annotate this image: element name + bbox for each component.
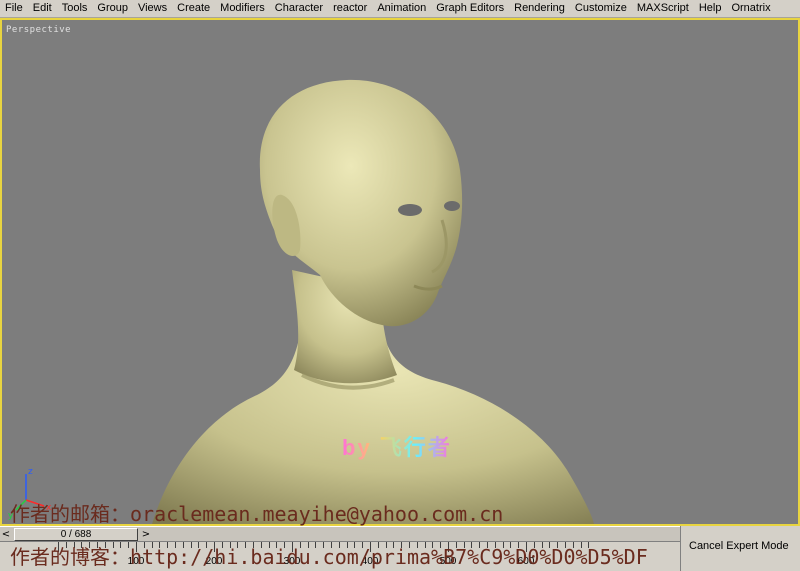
time-slider-thumb[interactable]: 0 / 688 — [14, 528, 138, 541]
menu-item-modifiers[interactable]: Modifiers — [215, 0, 270, 17]
menu-item-help[interactable]: Help — [694, 0, 727, 17]
menu-item-group[interactable]: Group — [92, 0, 133, 17]
menu-item-views[interactable]: Views — [133, 0, 172, 17]
time-slider-next-button[interactable]: > — [140, 528, 152, 541]
right-eye-shape — [444, 201, 460, 211]
menu-item-file[interactable]: File — [0, 0, 28, 17]
menu-item-edit[interactable]: Edit — [28, 0, 57, 17]
time-slider-track[interactable]: < 0 / 688 > — [0, 526, 680, 542]
menu-item-animation[interactable]: Animation — [372, 0, 431, 17]
menu-item-graph-editors[interactable]: Graph Editors — [431, 0, 509, 17]
menu-item-customize[interactable]: Customize — [570, 0, 632, 17]
menu-item-tools[interactable]: Tools — [57, 0, 93, 17]
menu-item-reactor[interactable]: reactor — [328, 0, 372, 17]
cancel-expert-mode-button[interactable]: Cancel Expert Mode — [689, 540, 789, 552]
menu-item-character[interactable]: Character — [270, 0, 328, 17]
watermark-blog: 作者的博客：http://hi.baidu.com/prima%B7%C9%D0… — [10, 545, 648, 569]
menu-bar: File Edit Tools Group Views Create Modifiers Ch… — [0, 0, 800, 18]
perspective-viewport[interactable]: Perspective z x y by 飞行者 — [0, 18, 800, 526]
time-slider-prev-button[interactable]: < — [0, 528, 12, 541]
watermark-author: by 飞行者 — [342, 430, 452, 462]
left-eye-shape — [398, 204, 422, 216]
watermark-email: 作者的邮箱：oraclemean.meayihe@yahoo.com.cn — [10, 502, 504, 526]
expert-mode-panel: Cancel Expert Mode — [680, 526, 800, 571]
menu-item-maxscript[interactable]: MAXScript — [632, 0, 694, 17]
axis-z-label: z — [28, 467, 33, 477]
menu-item-create[interactable]: Create — [172, 0, 215, 17]
menu-item-rendering[interactable]: Rendering — [509, 0, 570, 17]
menu-item-ornatrix[interactable]: Ornatrix — [726, 0, 775, 17]
